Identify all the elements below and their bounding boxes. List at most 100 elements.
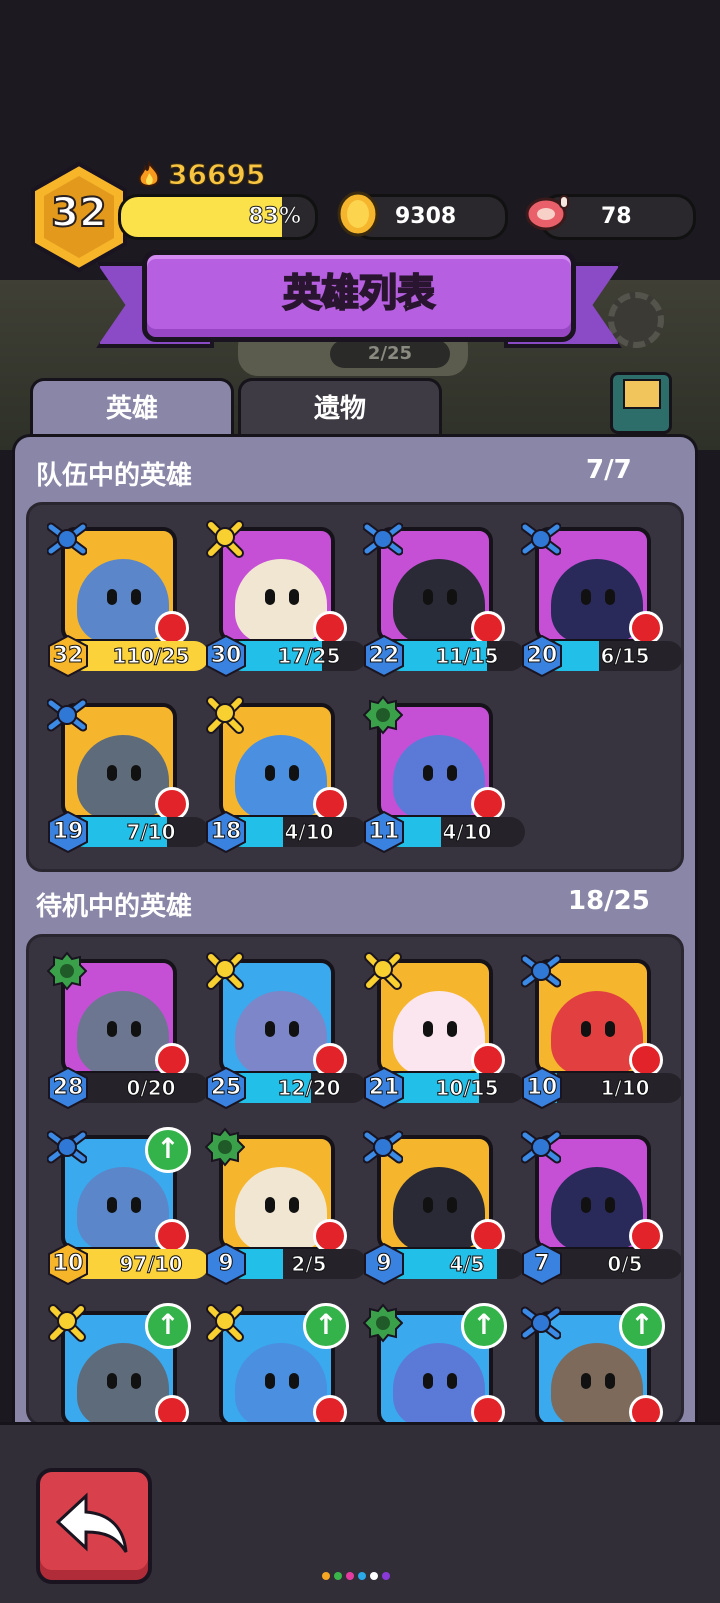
team-hero-card[interactable]: 11/15 22 [362, 519, 525, 677]
yellow-skull-icon [205, 951, 245, 991]
standby-hero-card[interactable]: 10/15 21 [363, 951, 525, 1109]
alert-dot-icon [629, 611, 663, 645]
hero-progress-text: 4/5 [449, 1252, 485, 1277]
team-hero-card[interactable]: 6/15 20 [520, 519, 683, 677]
team-section-title: 队伍中的英雄 [36, 461, 193, 491]
standby-hero-card[interactable]: 0/5 7 [520, 1127, 681, 1285]
team-hero-card[interactable]: 4/10 11 [362, 695, 525, 853]
standby-hero-card[interactable]: 1/10 10 [520, 951, 681, 1109]
team-hero-card[interactable]: 4/10 18 [205, 695, 367, 853]
hero-eye-icon [447, 1197, 457, 1213]
hero-progress-text: 17/25 [277, 644, 341, 669]
hero-progress-bar: 4/10 [227, 817, 367, 847]
hero-level: 22 [368, 643, 400, 669]
hero-eye-icon [289, 589, 299, 605]
hero-eye-icon [423, 589, 433, 605]
hero-eye-icon [131, 589, 141, 605]
hero-progress-bar: 7/10 [69, 817, 209, 847]
hero-progress-bar: 11/15 [385, 641, 525, 671]
standby-hero-card[interactable]: ↑ [47, 1303, 197, 1423]
hero-progress-bar: 6/15 [543, 641, 683, 671]
standby-hero-card[interactable]: 12/20 25 [205, 951, 367, 1109]
hero-eye-icon [131, 765, 141, 781]
yellow-skull-icon [47, 1303, 87, 1343]
hero-progress-bar: 2/5 [227, 1249, 367, 1279]
hero-eye-icon [447, 1373, 457, 1389]
blue-spark-icon [520, 1127, 562, 1167]
alert-dot-icon [471, 611, 505, 645]
xp-percent: 83% [248, 204, 302, 230]
hero-progress-bar: 4/10 [385, 817, 525, 847]
page-indicator [322, 1572, 390, 1580]
alert-dot-icon [313, 1043, 347, 1077]
alert-dot-icon [471, 787, 505, 821]
power-display: 36695 [136, 158, 266, 192]
back-button[interactable] [36, 1468, 152, 1584]
tab-relics[interactable]: 遗物 [238, 378, 442, 439]
hero-progress-text: 10/15 [435, 1076, 499, 1101]
standby-hero-card[interactable]: ↑ [362, 1303, 513, 1423]
hero-eye-icon [289, 765, 299, 781]
mail-icon[interactable] [610, 372, 672, 434]
hero-eye-icon [107, 1021, 117, 1037]
hero-progress-bar: 17/25 [227, 641, 367, 671]
standby-hero-card[interactable]: 4/5 9 [362, 1127, 525, 1285]
blue-spark-icon [46, 1127, 88, 1167]
hero-eye-icon [265, 1197, 275, 1213]
standby-hero-card[interactable]: ↑ 97/10 10 [46, 1127, 209, 1285]
standby-hero-card[interactable]: 2/5 9 [204, 1127, 367, 1285]
page-dot [322, 1572, 330, 1580]
hero-level: 21 [368, 1075, 400, 1101]
alert-dot-icon [629, 1043, 663, 1077]
hero-eye-icon [289, 1197, 299, 1213]
hero-eye-icon [605, 1373, 615, 1389]
power-value: 36695 [167, 158, 266, 192]
hero-progress-bar: 110/25 [69, 641, 209, 671]
back-arrow-icon [55, 1492, 128, 1553]
hero-eye-icon [131, 1021, 141, 1037]
hero-eye-icon [605, 589, 615, 605]
hero-progress-text: 12/20 [277, 1076, 341, 1101]
standby-hero-grid: 0/20 28 12/20 25 10/15 21 1/10 10 ↑ 97/10 10 2/5 9 4/… [26, 934, 684, 1426]
hero-level: 9 [218, 1251, 234, 1277]
hero-eye-icon [581, 1197, 591, 1213]
standby-hero-card[interactable]: 0/20 28 [46, 951, 209, 1109]
standby-hero-card[interactable]: ↑ [205, 1303, 355, 1423]
hero-eye-icon [581, 1373, 591, 1389]
hero-progress-bar: 0/5 [543, 1249, 681, 1279]
blue-spark-icon [46, 695, 88, 735]
green-gear-icon [362, 695, 404, 735]
team-hero-card[interactable]: 17/25 30 [205, 519, 367, 677]
blue-spark-icon [520, 1303, 562, 1343]
team-hero-card[interactable]: 7/10 19 [46, 695, 209, 853]
gold-coin-icon [337, 191, 379, 237]
standby-hero-card[interactable]: ↑ [520, 1303, 671, 1423]
upgrade-arrow-icon: ↑ [145, 1127, 191, 1173]
alert-dot-icon [313, 787, 347, 821]
alert-dot-icon [155, 611, 189, 645]
tab-heroes[interactable]: 英雄 [30, 378, 234, 439]
hero-level: 32 [52, 643, 84, 669]
alert-dot-icon [313, 1219, 347, 1253]
page-dot [382, 1572, 390, 1580]
blue-spark-icon [520, 519, 562, 559]
hero-eye-icon [107, 1373, 117, 1389]
hero-level: 28 [52, 1075, 84, 1101]
scene-counter-text: 2/25 [367, 343, 413, 364]
settings-gear-icon[interactable] [608, 292, 664, 348]
hero-eye-icon [605, 1021, 615, 1037]
alert-dot-icon [471, 1219, 505, 1253]
player-level: 32 [50, 189, 108, 237]
hero-eye-icon [581, 589, 591, 605]
hero-eye-icon [265, 1021, 275, 1037]
yellow-skull-icon [205, 519, 245, 559]
hero-eye-icon [131, 1197, 141, 1213]
fire-icon [138, 160, 160, 187]
coins-value: 9308 [395, 204, 457, 229]
hero-progress-text: 7/10 [126, 820, 176, 845]
hero-progress-text: 0/5 [607, 1252, 643, 1277]
yellow-skull-icon [205, 1303, 245, 1343]
hero-level: 10 [526, 1075, 558, 1101]
team-hero-card[interactable]: 110/25 32 [46, 519, 209, 677]
hero-eye-icon [581, 1021, 591, 1037]
